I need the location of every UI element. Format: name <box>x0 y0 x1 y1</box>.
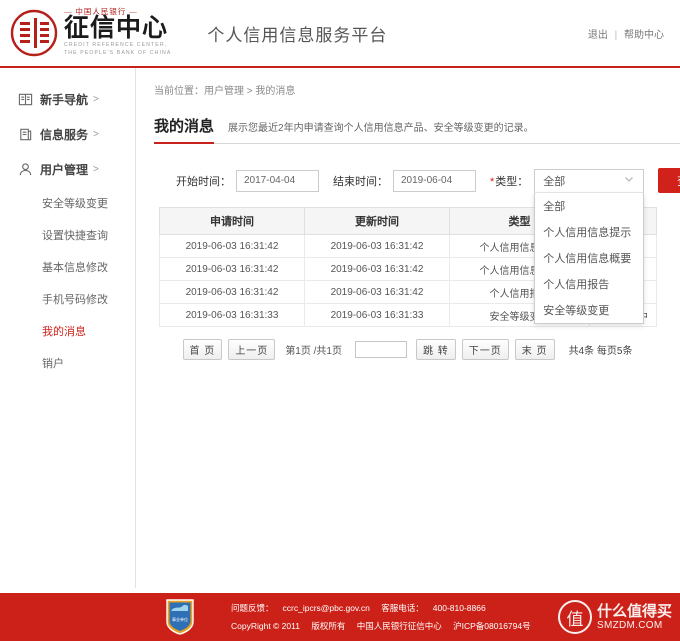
jump-page-input[interactable] <box>355 341 407 358</box>
sidebar-group-beginner-guide[interactable]: 新手导航 > <box>0 82 135 117</box>
shield-badge-icon: 事业单位 <box>165 598 195 636</box>
cell-update-time: 2019-06-03 16:31:42 <box>304 280 450 304</box>
type-option-credit-info-summary[interactable]: 个人信用信息概要 <box>535 245 643 271</box>
sidebar-item-phone-number-edit[interactable]: 手机号码修改 <box>0 283 135 315</box>
type-option-security-level-change[interactable]: 安全等级变更 <box>535 297 643 323</box>
breadcrumb-parent[interactable]: 用户管理 <box>204 86 244 97</box>
breadcrumb-prefix: 当前位置： <box>154 86 204 97</box>
site-header: — 中国人民银行 — 征信中心 CREDIT REFERENCE CENTER,… <box>0 0 680 68</box>
pbc-seal-icon <box>10 9 58 57</box>
hotline-label: 客服电话： <box>381 602 424 613</box>
sidebar-item-basic-info-edit[interactable]: 基本信息修改 <box>0 251 135 283</box>
type-label-text: 类型： <box>495 175 529 188</box>
search-button[interactable]: 查 询 <box>658 168 680 193</box>
sidebar-group-label: 用户管理 <box>40 163 89 177</box>
book-icon <box>18 92 33 107</box>
cell-update-time: 2019-06-03 16:31:33 <box>304 303 450 327</box>
required-marker: * <box>490 175 495 188</box>
prev-page-button[interactable]: 上一页 <box>228 339 276 360</box>
footer-contact-line: 问题反馈： ccrc_ipcrs@pbc.gov.cn 客服电话： 400-810-… <box>231 600 540 616</box>
logo-en-line1: CREDIT REFERENCE CENTER, <box>64 42 168 49</box>
page-title: 我的消息 <box>154 118 215 135</box>
type-select[interactable]: 全部 全部 个人信用信息提示 个人信用信息概要 个人信用报告 安全等级变更 <box>534 168 645 324</box>
icp-license[interactable]: 沪ICP备08016794号 <box>453 621 531 631</box>
sidebar-group-label: 信息服务 <box>40 128 89 142</box>
user-icon <box>18 162 33 177</box>
total-records-info: 共4条 每页5条 <box>568 346 633 357</box>
page-header: 我的消息 展示您最近2年内申请查询个人信用信息产品、安全等级变更的记录。 <box>154 115 680 144</box>
chevron-down-icon <box>623 173 635 188</box>
chevron-right-icon: > <box>93 94 99 105</box>
smzdm-watermark: 值 什么值得买 SMZDM.COM <box>557 600 672 634</box>
cell-apply-time: 2019-06-03 16:31:42 <box>159 234 305 258</box>
page-info: 第1页 /共1页 <box>285 346 342 357</box>
type-option-credit-report[interactable]: 个人信用报告 <box>535 271 643 297</box>
main-content: 当前位置：用户管理 > 我的消息 我的消息 展示您最近2年内申请查询个人信用信息… <box>136 68 680 588</box>
type-option-credit-info-tip[interactable]: 个人信用信息提示 <box>535 219 643 245</box>
start-date-input[interactable] <box>236 169 319 192</box>
logo-block[interactable]: — 中国人民银行 — 征信中心 CREDIT REFERENCE CENTER,… <box>10 8 171 57</box>
rights-text: 版权所有 <box>311 621 346 631</box>
sidebar-group-user-management[interactable]: 用户管理 > <box>0 152 135 187</box>
site-footer: 事业单位 问题反馈： ccrc_ipcrs@pbc.gov.cn 客服电话： 400… <box>0 590 680 641</box>
filter-bar: 开始时间： 结束时间： *类型： 全部 全部 个人信用信息提示 个人 <box>176 168 680 324</box>
cell-update-time: 2019-06-03 16:31:42 <box>304 257 450 281</box>
chevron-right-icon: > <box>93 129 99 140</box>
cell-apply-time: 2019-06-03 16:31:42 <box>159 257 305 281</box>
sidebar-item-security-level-change[interactable]: 安全等级变更 <box>0 187 135 219</box>
logout-link[interactable]: 退出 <box>588 30 608 41</box>
start-date-label: 开始时间： <box>176 175 231 188</box>
breadcrumb: 当前位置：用户管理 > 我的消息 <box>154 82 680 97</box>
document-icon <box>18 127 33 142</box>
header-link-separator: | <box>614 29 618 41</box>
sidebar-item-close-account[interactable]: 销户 <box>0 347 135 379</box>
cell-apply-time: 2019-06-03 16:31:42 <box>159 280 305 304</box>
next-page-button[interactable]: 下一页 <box>461 339 509 360</box>
end-date-label: 结束时间： <box>333 175 388 188</box>
first-page-button[interactable]: 首 页 <box>182 339 223 360</box>
breadcrumb-current: 我的消息 <box>255 86 296 97</box>
header-links: 退出 | 帮助中心 <box>588 26 664 41</box>
feedback-label: 问题反馈： <box>231 602 274 613</box>
logo-main-text: 征信中心 <box>64 14 169 42</box>
smzdm-chinese-name: 什么值得买 <box>596 602 672 620</box>
type-select-value: 全部 <box>543 175 566 188</box>
sidebar-item-my-messages[interactable]: 我的消息 <box>0 315 135 347</box>
sidebar: 新手导航 > 信息服务 > 用户管理 > 安全等级变更 设置快捷查询 基本信息修… <box>0 68 136 588</box>
feedback-email[interactable]: ccrc_ipcrs@pbc.gov.cn <box>283 603 370 613</box>
type-label: *类型： <box>490 173 528 189</box>
logo-en-line2: THE PEOPLE'S BANK OF CHINA <box>64 49 172 56</box>
cell-update-time: 2019-06-03 16:31:42 <box>304 234 450 258</box>
body-wrap: 新手导航 > 信息服务 > 用户管理 > 安全等级变更 设置快捷查询 基本信息修… <box>0 68 680 588</box>
smzdm-domain: SMZDM.COM <box>596 619 663 631</box>
copyright-text: CopyRight © 2011 <box>231 621 300 631</box>
breadcrumb-separator: > <box>246 86 253 97</box>
type-select-head[interactable]: 全部 <box>534 168 645 193</box>
org-name: 中国人民银行征信中心 <box>356 621 442 631</box>
smzdm-logo-icon: 值 <box>557 600 592 634</box>
pagination: 首 页 上一页 第1页 /共1页 跳 转 下一页 末 页 共4条 每页5条 <box>159 339 656 360</box>
sidebar-item-quick-query-setting[interactable]: 设置快捷查询 <box>0 219 135 251</box>
footer-text: 问题反馈： ccrc_ipcrs@pbc.gov.cn 客服电话： 400-810-… <box>231 600 540 634</box>
type-option-all[interactable]: 全部 <box>535 193 643 219</box>
help-center-link[interactable]: 帮助中心 <box>624 30 664 41</box>
footer-copyright-line: CopyRight © 2011 版权所有 中国人民银行征信中心 沪ICP备08… <box>231 618 540 634</box>
chevron-right-icon: > <box>93 164 99 175</box>
page-description: 展示您最近2年内申请查询个人信用信息产品、安全等级变更的记录。 <box>228 123 534 134</box>
sidebar-group-info-service[interactable]: 信息服务 > <box>0 117 135 152</box>
cell-apply-time: 2019-06-03 16:31:33 <box>159 303 305 327</box>
end-date-input[interactable] <box>393 169 476 192</box>
last-page-button[interactable]: 末 页 <box>514 339 555 360</box>
column-header-apply-time: 申请时间 <box>159 207 305 235</box>
sidebar-group-label: 新手导航 <box>40 93 89 107</box>
column-header-update-time: 更新时间 <box>304 207 450 235</box>
platform-title: 个人信用信息服务平台 <box>207 25 388 45</box>
svg-text:事业单位: 事业单位 <box>172 616 188 622</box>
jump-button[interactable]: 跳 转 <box>416 339 456 360</box>
type-select-options[interactable]: 全部 个人信用信息提示 个人信用信息概要 个人信用报告 安全等级变更 <box>534 192 645 324</box>
hotline-number: 400-810-8866 <box>432 602 486 613</box>
